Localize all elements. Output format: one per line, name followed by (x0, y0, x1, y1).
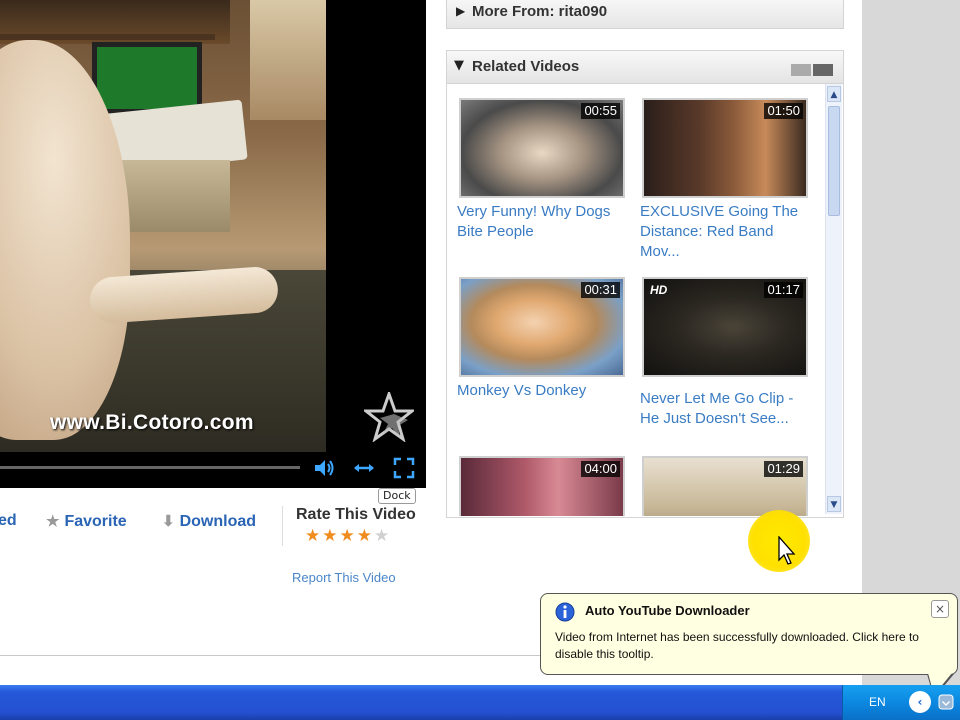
video-watermark: www.Bi.Cotoro.com (50, 411, 254, 434)
video-duration: 01:50 (764, 103, 803, 119)
rating-star[interactable]: ★ (374, 526, 391, 546)
video-duration: 00:55 (581, 103, 620, 119)
download-arrow-icon: ⬇ (162, 513, 175, 530)
rate-label: Rate This Video (296, 506, 416, 523)
video-thumbnail[interactable]: 01:50 (642, 98, 808, 198)
video-thumbnail[interactable]: 00:55 (459, 98, 625, 198)
video-actions: ed ★ Favorite ⬇ Download Rate This Video ★… (0, 498, 426, 554)
download-label: Download (179, 513, 257, 530)
taskbar: EN ‹ (0, 685, 960, 720)
close-icon[interactable]: × (931, 600, 949, 618)
rating-star[interactable]: ★ (322, 526, 339, 546)
video-title-link[interactable]: Monkey Vs Donkey (457, 381, 629, 401)
embed-button[interactable]: ed (0, 512, 17, 530)
favorite-button[interactable]: ★ Favorite (46, 512, 127, 531)
widescreen-icon[interactable] (352, 456, 376, 480)
rating-star[interactable]: ★ (357, 526, 374, 546)
star-icon: ★ (46, 513, 60, 530)
divider (282, 506, 283, 546)
hd-badge: HD (650, 283, 668, 297)
star-logo-icon (364, 392, 414, 442)
rating-star[interactable]: ★ (340, 526, 357, 546)
progress-bar[interactable] (0, 466, 300, 469)
video-title-link[interactable]: Never Let Me Go Clip - He Just Doesn't S… (640, 389, 812, 429)
scroll-up-icon[interactable]: ▲ (827, 86, 841, 102)
system-tray: EN ‹ (842, 685, 960, 720)
favorite-label: Favorite (64, 513, 127, 530)
video-duration: 01:17 (764, 282, 803, 298)
notification-message[interactable]: Video from Internet has been successfull… (555, 629, 947, 663)
related-scrollbar[interactable]: ▲ ▼ (825, 84, 842, 514)
video-duration: 04:00 (581, 461, 620, 477)
related-videos-label: Related Videos (472, 58, 580, 75)
scroll-down-icon[interactable]: ▼ (827, 496, 841, 512)
video-player[interactable]: www.Bi.Cotoro.com (0, 0, 426, 488)
video-title-link[interactable]: EXCLUSIVE Going The Distance: Red Band M… (640, 202, 812, 262)
background-wall (250, 0, 326, 120)
collapse-arrow-icon: ▼ (454, 58, 464, 73)
download-button[interactable]: ⬇ Download (162, 512, 256, 531)
video-thumbnail[interactable]: HD 01:17 (642, 277, 808, 377)
video-duration: 00:31 (581, 282, 620, 298)
language-indicator[interactable]: EN (869, 695, 886, 709)
video-frame[interactable] (0, 0, 326, 452)
report-video-link[interactable]: Report This Video (292, 570, 396, 585)
rating-star[interactable]: ★ (305, 526, 322, 546)
grid-view-icon[interactable] (813, 64, 833, 76)
downloader-tray-icon[interactable] (937, 693, 955, 711)
video-duration: 01:29 (764, 461, 803, 477)
expand-arrow-icon: ▶ (456, 4, 466, 18)
fullscreen-icon[interactable] (392, 456, 416, 480)
background-monitor (92, 42, 202, 114)
more-from-header[interactable]: ▶ More From: rita090 (446, 0, 844, 29)
related-videos-grid: 00:55 Very Funny! Why Dogs Bite People 0… (447, 84, 823, 516)
view-toggle[interactable] (791, 61, 835, 76)
related-videos-panel: ▼ Related Videos 00:55 Very Funny! Why D… (446, 50, 844, 518)
video-title-link[interactable]: Very Funny! Why Dogs Bite People (457, 202, 629, 242)
notification-balloon[interactable]: Auto YouTube Downloader × Video from Int… (540, 593, 958, 675)
mouse-cursor-icon (778, 536, 796, 565)
more-from-label: More From: rita090 (472, 3, 608, 20)
video-thumbnail[interactable]: 01:29 (642, 456, 808, 516)
video-thumbnail[interactable]: 04:00 (459, 456, 625, 516)
related-videos-header[interactable]: ▼ Related Videos (447, 51, 843, 84)
embed-label: ed (0, 512, 17, 529)
page-gutter (862, 0, 960, 685)
browser-page: www.Bi.Cotoro.com Dock ed ★ Favorite ⬇ D… (0, 0, 862, 685)
video-thumbnail[interactable]: 00:31 (459, 277, 625, 377)
scroll-thumb[interactable] (828, 106, 840, 216)
info-icon (555, 602, 575, 622)
player-controls (0, 452, 426, 488)
notification-title: Auto YouTube Downloader (585, 603, 750, 618)
list-view-icon[interactable] (791, 64, 811, 76)
rating-stars[interactable]: ★★★★★ (305, 526, 391, 546)
tray-back-button[interactable]: ‹ (909, 691, 931, 713)
volume-icon[interactable] (312, 456, 336, 480)
